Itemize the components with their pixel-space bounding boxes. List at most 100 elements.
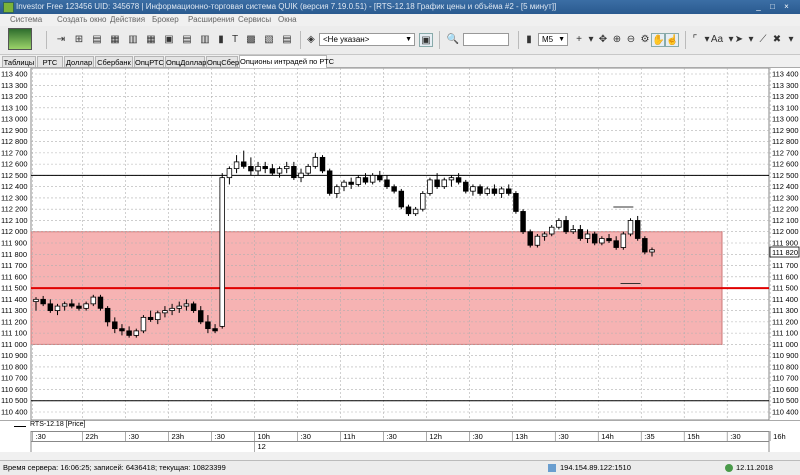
y-tick-label-right: 113 300 — [772, 81, 799, 90]
window-layout-icon[interactable]: ▣ — [162, 33, 176, 47]
minimize-button[interactable]: _ — [754, 2, 763, 11]
menu-bar: Система Создать окно Действия Брокер Рас… — [0, 14, 800, 26]
new-order-icon[interactable]: ⊞ — [72, 33, 86, 47]
candle-body — [312, 156, 319, 167]
candle-body — [642, 238, 648, 253]
y-tick-label-left: 112 200 — [1, 205, 28, 214]
candle-body — [255, 165, 261, 172]
y-tick-label-left: 112 000 — [1, 227, 28, 236]
time-tick-label: 11h — [343, 432, 355, 441]
candle-body — [233, 161, 240, 170]
toolbar-separator — [46, 31, 47, 49]
title-bar: Investor Free 123456 UID: 345678 | Инфор… — [0, 0, 800, 14]
delete-drawings-icon[interactable]: ✖ — [770, 33, 784, 47]
account-combo[interactable]: <Не указан> ▼ — [319, 33, 415, 46]
candle-body — [627, 220, 634, 235]
quotes-icon[interactable]: ▥ — [126, 33, 140, 47]
y-tick-label-right: 111 900 — [772, 239, 798, 248]
account-settings-icon[interactable]: ▣ — [419, 33, 433, 47]
settings-icon[interactable]: ⚙ — [638, 33, 652, 47]
menu-actions[interactable]: Действия — [110, 15, 145, 24]
layout-icon[interactable]: ▤ — [180, 33, 194, 47]
menu-services[interactable]: Сервисы — [238, 15, 271, 24]
y-tick-label-left: 111 900 — [1, 239, 27, 248]
tab-1[interactable]: РТС — [37, 56, 63, 67]
connect-arrow-icon[interactable]: ⇥ — [54, 33, 68, 47]
bar-chart-icon[interactable]: ▮ — [522, 33, 536, 47]
bookmark-icon[interactable]: ▮ — [214, 33, 228, 47]
tab-3[interactable]: Сбербанк — [95, 56, 133, 67]
ledger-icon[interactable]: ▥ — [198, 33, 212, 47]
y-tick-label-left: 112 900 — [1, 126, 28, 135]
menu-system[interactable]: Система — [10, 15, 42, 24]
chart-icon[interactable]: ▩ — [244, 33, 258, 47]
tab-5[interactable]: ОпцДоллар — [165, 56, 206, 67]
hand-pan-icon[interactable]: ✋ — [651, 33, 665, 47]
font-size-icon[interactable]: Aa — [710, 33, 724, 47]
candle-body — [90, 296, 97, 305]
draw-line-icon[interactable]: ⟋ — [756, 33, 770, 47]
chevron-down-icon: ▼ — [558, 36, 565, 43]
time-tick-label: :30 — [35, 432, 45, 441]
candle-body — [548, 226, 555, 235]
tab-4[interactable]: ОпцРТС — [134, 56, 164, 67]
y-tick-label-left: 113 100 — [1, 103, 28, 112]
report-icon[interactable]: ▤ — [280, 33, 294, 47]
menu-extensions[interactable]: Расширения — [188, 15, 235, 24]
candle-body — [248, 165, 254, 172]
news-icon[interactable]: ▧ — [262, 33, 276, 47]
y-tick-label-right: 112 900 — [772, 126, 799, 135]
text-tool-icon[interactable]: T — [228, 33, 242, 47]
grid-icon[interactable]: ▦ — [144, 33, 158, 47]
candle-body — [291, 165, 297, 179]
table-icon[interactable]: ▦ — [108, 33, 122, 47]
search-input[interactable] — [463, 33, 509, 46]
hand-select-icon[interactable]: ☝ — [665, 33, 679, 47]
search-icon[interactable]: 🔍 — [446, 33, 460, 47]
menu-create-window[interactable]: Создать окно — [57, 15, 106, 24]
candle-body — [276, 168, 283, 174]
edit-table-icon[interactable]: ▤ — [90, 33, 104, 47]
y-tick-label-right: 113 200 — [772, 92, 799, 101]
candle-body — [491, 188, 498, 194]
candle-body — [140, 316, 147, 332]
chevron-down-icon[interactable]: ▾ — [784, 33, 798, 47]
zoom-out-icon[interactable]: ⊖ — [624, 33, 638, 47]
candle-body — [470, 186, 476, 192]
y-tick-label-right: 111 000 — [772, 340, 798, 349]
candle-body — [334, 186, 340, 194]
menu-broker[interactable]: Брокер — [152, 15, 179, 24]
y-tick-label-left: 112 700 — [1, 148, 28, 157]
tab-6[interactable]: ОпцСбер — [206, 56, 239, 67]
candle-body — [520, 211, 526, 233]
y-tick-label-left: 111 400 — [1, 295, 27, 304]
y-tick-label-right: 111 500 — [772, 284, 798, 293]
y-tick-label-right: 111 200 — [772, 317, 798, 326]
candle-body — [427, 179, 433, 194]
tab-7[interactable]: Опционы интрадей по РТС — [239, 55, 334, 68]
candle-body — [126, 330, 132, 336]
menu-windows[interactable]: Окна — [278, 15, 297, 24]
tab-2[interactable]: Доллар — [64, 56, 94, 67]
y-tick-label-left: 110 500 — [1, 396, 28, 405]
y-tick-label-right: 110 900 — [772, 351, 799, 360]
candle-body — [463, 181, 469, 192]
close-button[interactable]: × — [782, 2, 791, 11]
last-price-label: 111 820 — [772, 248, 798, 257]
y-tick-label-right: 111 400 — [772, 295, 798, 304]
tab-0[interactable]: Таблицы — [2, 56, 36, 67]
move-icon[interactable]: ✥ — [596, 33, 610, 47]
toolbar-separator — [518, 31, 519, 49]
candle-body — [541, 233, 548, 237]
candle-body — [283, 165, 290, 170]
candle-body — [76, 305, 82, 309]
y-tick-label-left: 113 200 — [1, 92, 28, 101]
price-chart[interactable]: 113 400 113 400 113 300 113 300 113 200 113 2… — [0, 68, 800, 420]
legend-line-icon — [14, 426, 26, 427]
interval-combo[interactable]: M5 ▼ — [538, 33, 568, 46]
status-date: 12.11.2018 — [736, 463, 773, 472]
candle-body — [570, 229, 576, 233]
maximize-button[interactable]: □ — [768, 2, 777, 11]
candle-body — [599, 238, 605, 244]
zoom-in-icon[interactable]: ⊕ — [610, 33, 624, 47]
